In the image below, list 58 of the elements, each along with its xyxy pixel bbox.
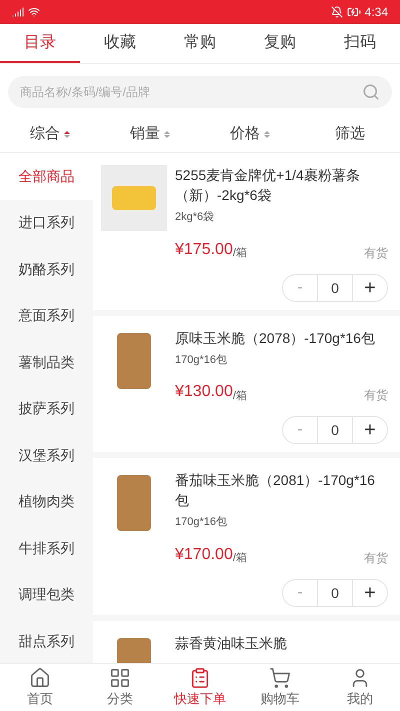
price-unit: /箱 [232,246,247,261]
product-price: ¥175.00 [175,240,233,260]
product-price: ¥170.00 [175,544,233,564]
increase-button[interactable]: + [353,420,387,440]
category-item[interactable]: 意面系列 [0,292,93,339]
quantity-value: 0 [317,417,353,443]
category-item[interactable]: 牛排系列 [0,525,93,572]
sort-option[interactable]: 销量 [100,122,200,146]
top-tab[interactable]: 常购 [160,24,240,63]
bottom-nav-item[interactable]: 分类 [80,664,160,711]
stock-status: 有货 [364,550,388,566]
category-item[interactable]: 调理包类 [0,572,93,618]
status-time: 4:34 [364,4,388,21]
bottom-nav-item[interactable]: 我的 [320,664,400,711]
product-name: 蒜香黄油味玉米脆 [175,634,288,652]
mute-icon [330,6,343,18]
search-icon [362,83,380,101]
product-name: 番茄味玉米脆（2081）-170g*16包 [175,471,376,510]
home-icon [29,666,51,689]
stock-status: 有货 [364,387,388,404]
category-item[interactable]: 薯制品类 [0,339,93,386]
sort-option[interactable]: 价格 [200,122,300,146]
quantity-value: 0 [317,580,353,606]
top-tab[interactable]: 扫码 [320,24,400,63]
search-field[interactable]: 商品名称/条码/编号/品牌 [8,76,392,108]
increase-button[interactable]: + [353,582,387,602]
product-spec: 170g*16包 [175,352,227,368]
category-item[interactable]: 植物肉类 [0,478,93,525]
bottom-nav-item[interactable]: 购物车 [240,664,320,711]
product-spec: 2kg*6袋 [175,210,214,225]
stock-status: 有货 [364,244,388,262]
sort-option[interactable]: 综合 [0,122,100,146]
bottom-nav-item[interactable]: 首页 [0,664,80,711]
category-item[interactable]: 汉堡系列 [0,432,93,478]
category-item[interactable]: 披萨系列 [0,386,93,432]
product-price: ¥130.00 [175,382,233,402]
battery-icon [346,5,361,19]
product-name: 原味玉米脆（2078）-170g*16包 [175,328,376,348]
category-item[interactable]: 奶酪系列 [0,246,93,292]
sort-option[interactable]: 筛选 [300,122,400,146]
signal-icon [12,6,24,18]
bottom-nav-item[interactable]: 快速下单 [160,664,240,711]
clipboard-icon [189,666,211,689]
price-unit: /箱 [232,551,247,566]
top-tab[interactable]: 目录 [0,24,80,63]
cart-icon [269,666,291,689]
quantity-value: 0 [317,274,353,300]
product-name: 5255麦肯金牌优+1/4裹粉薯条（新）-2kg*6袋 [175,166,361,205]
grid-icon [109,666,131,689]
category-item[interactable]: 甜点系列 [0,618,93,664]
product-spec: 170g*16包 [175,515,227,530]
category-item[interactable]: 进口系列 [0,200,93,246]
increase-button[interactable]: + [353,278,387,298]
price-unit: /箱 [232,388,247,404]
top-tab[interactable]: 收藏 [80,24,160,63]
category-item[interactable]: 全部商品 [0,153,93,200]
top-tab[interactable]: 复购 [240,24,320,63]
photo-placeholder [101,165,167,231]
